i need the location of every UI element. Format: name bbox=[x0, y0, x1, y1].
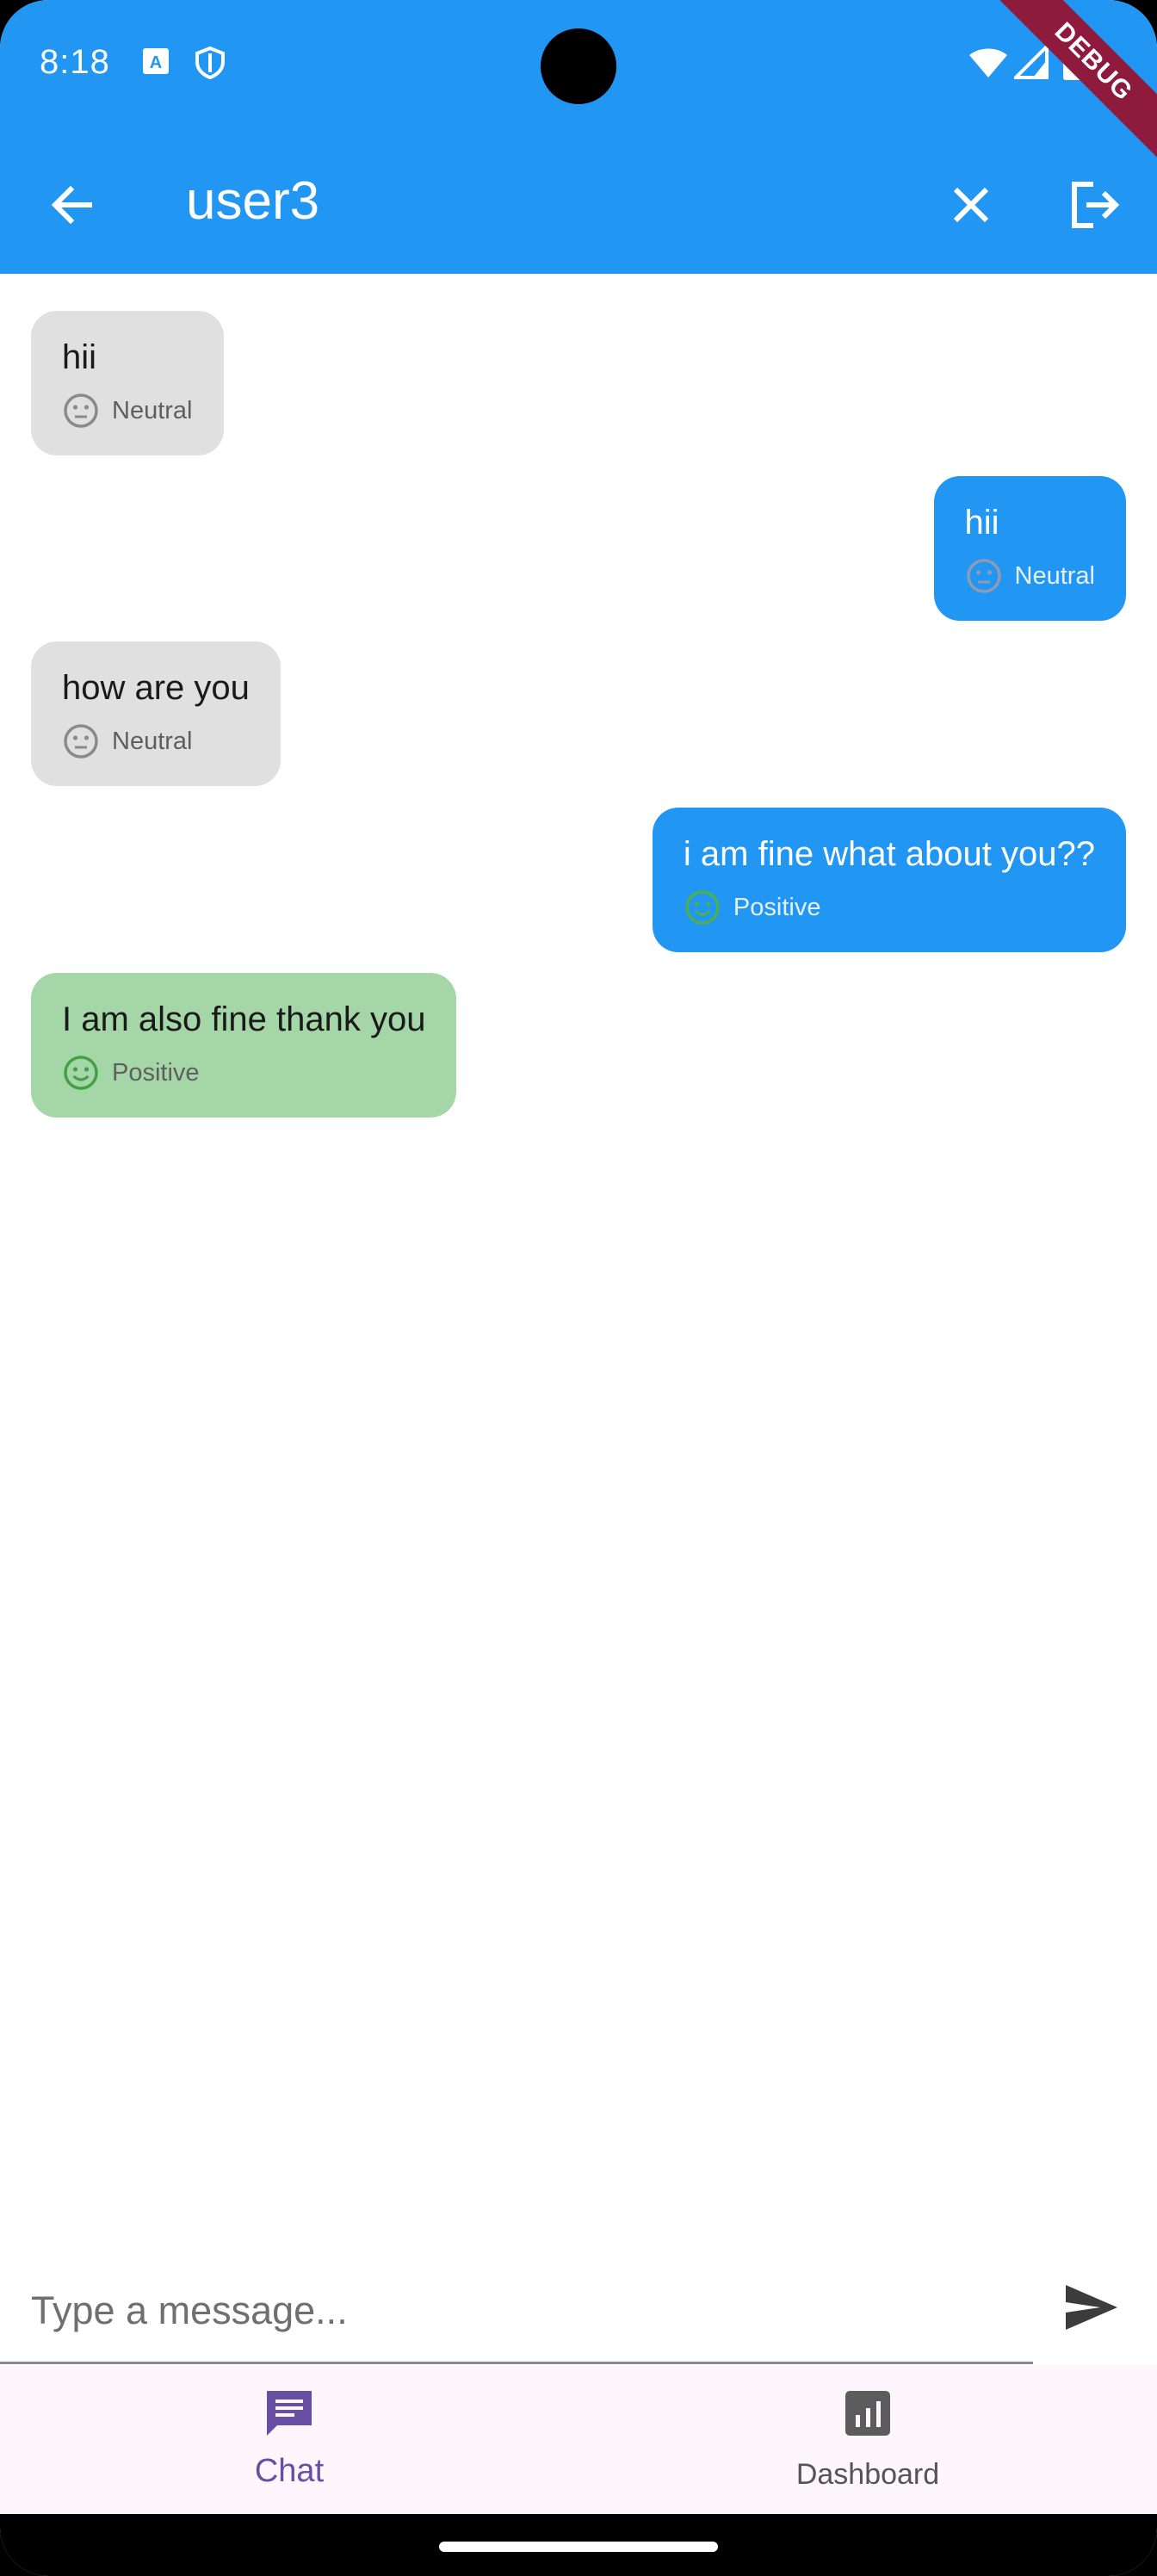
nav-label-chat: Chat bbox=[254, 2453, 325, 2489]
smiley-face-icon bbox=[685, 890, 720, 925]
message-sentiment: Neutral bbox=[62, 722, 250, 760]
app-bar: user3 bbox=[0, 134, 1157, 274]
sentiment-label: Positive bbox=[112, 1058, 200, 1087]
message-sentiment: Positive bbox=[62, 1054, 425, 1092]
neutral-face-icon bbox=[966, 559, 1001, 593]
message-text: I am also fine thank you bbox=[62, 1000, 426, 1038]
shield-icon bbox=[195, 46, 226, 84]
nav-item-dashboard[interactable]: Dashboard bbox=[578, 2365, 1157, 2514]
keyboard-a-icon: A bbox=[141, 46, 170, 80]
chat-screen: 8:18 A DEBUG user3 hii Neutral hii Neutr… bbox=[0, 0, 1157, 2576]
message-bubble-received[interactable]: how are you Neutral bbox=[31, 641, 281, 786]
message-text: hii bbox=[62, 338, 97, 376]
status-bar: 8:18 A DEBUG bbox=[0, 0, 1157, 176]
nav-label-dashboard: Dashboard bbox=[795, 2458, 940, 2491]
message-text: hii bbox=[964, 504, 999, 542]
message-input[interactable] bbox=[31, 2268, 1030, 2354]
sentiment-label: Positive bbox=[733, 893, 821, 921]
camera-cutout bbox=[541, 28, 616, 104]
status-time: 8:18 bbox=[40, 43, 110, 81]
chat-partner-title: user3 bbox=[186, 171, 320, 231]
message-bubble-sent[interactable]: hii Neutral bbox=[933, 476, 1126, 621]
close-icon[interactable] bbox=[940, 174, 1002, 236]
signal-icon bbox=[1012, 42, 1049, 84]
gesture-handle[interactable] bbox=[439, 2542, 718, 2552]
neutral-face-icon bbox=[64, 724, 98, 759]
smiley-face-icon bbox=[64, 1056, 98, 1090]
message-bubble-received[interactable]: I am also fine thank you Positive bbox=[31, 973, 457, 1118]
message-sentiment: Positive bbox=[684, 889, 1095, 926]
message-text: how are you bbox=[62, 669, 250, 707]
message-bubble-sent[interactable]: i am fine what about you?? Positive bbox=[652, 808, 1126, 952]
neutral-face-icon bbox=[64, 393, 98, 428]
sentiment-label: Neutral bbox=[1014, 561, 1096, 590]
sentiment-label: Neutral bbox=[112, 727, 193, 755]
message-composer bbox=[0, 2251, 1157, 2364]
send-icon[interactable] bbox=[1061, 2276, 1123, 2338]
message-text: i am fine what about you?? bbox=[683, 835, 1095, 873]
back-arrow-icon[interactable] bbox=[41, 174, 103, 236]
input-underline bbox=[0, 2362, 1033, 2364]
message-sentiment: Neutral bbox=[62, 392, 193, 430]
bottom-navigation: Chat Dashboard bbox=[0, 2365, 1157, 2514]
logout-icon[interactable] bbox=[1062, 174, 1124, 236]
sentiment-label: Neutral bbox=[112, 396, 193, 424]
wifi-icon bbox=[968, 45, 1009, 84]
chat-icon bbox=[267, 2391, 312, 2436]
message-sentiment: Neutral bbox=[965, 557, 1096, 595]
message-bubble-received[interactable]: hii Neutral bbox=[31, 311, 224, 455]
nav-item-chat[interactable]: Chat bbox=[0, 2365, 578, 2514]
svg-text:A: A bbox=[150, 53, 162, 72]
dashboard-icon bbox=[845, 2391, 890, 2436]
